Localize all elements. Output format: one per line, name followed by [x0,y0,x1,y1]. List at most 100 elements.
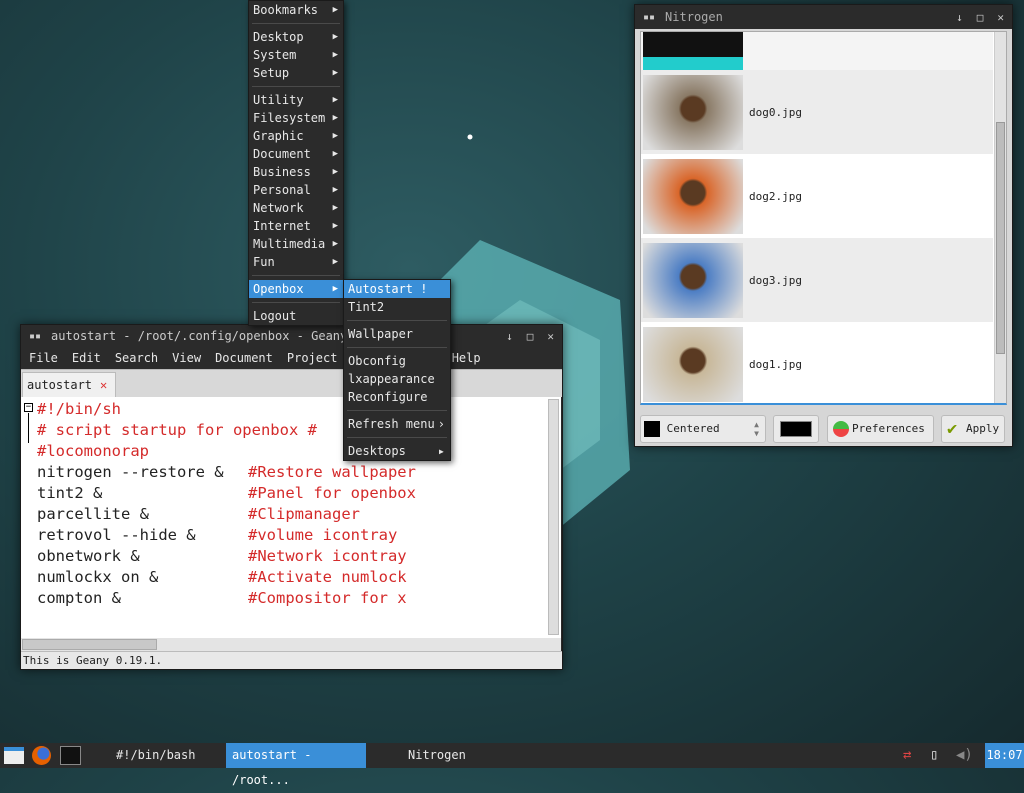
minimize-icon[interactable]: ↓ [506,330,513,343]
menu-item-utility[interactable]: Utility ▶ [249,91,343,109]
list-item[interactable]: dog2.jpg [641,154,993,238]
code-comment: #Activate numlock [248,568,407,586]
menu-item-personal[interactable]: Personal ▶ [249,181,343,199]
menu-item-reconfigure[interactable]: Reconfigure [344,388,450,406]
menu-item-label: Internet [253,219,311,233]
menu-item-label: lxappearance [348,372,435,386]
menu-item-label: Document [253,147,311,161]
menu-item-wallpaper[interactable]: Wallpaper [344,325,450,343]
menu-item-autostart[interactable]: Autostart ! [344,280,450,298]
menu-item-multimedia[interactable]: Multimedia ▶ [249,235,343,253]
close-tab-icon[interactable]: ✕ [100,378,107,392]
clock[interactable]: 18:07 [985,743,1024,768]
code-text: numlockx on & [37,568,159,586]
menu-item-internet[interactable]: Internet ▶ [249,217,343,235]
menu-item-document[interactable]: Document ▶ [249,145,343,163]
apply-button[interactable]: ✔ Apply [941,415,1005,443]
window-menu-icon[interactable]: ▪▪ [643,12,655,23]
firefox-icon[interactable] [32,746,51,765]
menu-item-label: Business [253,165,311,179]
menu-view[interactable]: View [172,347,201,369]
terminal-icon[interactable] [60,746,81,765]
menu-search[interactable]: Search [115,347,158,369]
code-line: parcellite & #Clipmanager [37,504,360,525]
menu-document[interactable]: Document [215,347,273,369]
wallpaper-list[interactable]: dog0.jpg dog2.jpg dog3.jpg dog1.jpg [640,31,1007,405]
code-text: parcellite & [37,505,149,523]
menu-item-logout[interactable]: Logout [249,307,343,325]
clipboard-icon[interactable]: ▯ [930,743,938,768]
nitrogen-titlebar[interactable]: ▪▪ Nitrogen ↓ □ ✕ [635,5,1012,29]
menu-item-system[interactable]: System ▶ [249,46,343,64]
preferences-button[interactable]: Preferences [827,415,934,443]
openbox-submenu: Autostart ! Tint2 Wallpaper Obconfig lxappea… [343,279,451,461]
task-bash[interactable]: #!/bin/bash [116,743,195,768]
list-item[interactable]: dog0.jpg [641,70,993,154]
code-line: retrovol --hide & #volume icontray [37,525,397,546]
wallpaper-thumbnail [643,242,743,318]
list-item[interactable]: dog3.jpg [641,238,993,322]
vertical-scrollbar[interactable] [548,399,559,635]
menu-item-graphic[interactable]: Graphic ▶ [249,127,343,145]
menu-item-label: Desktops [348,444,406,458]
list-item[interactable]: dog1.jpg [641,322,993,403]
task-autostart[interactable]: autostart - /root... [226,743,366,787]
menu-separator [249,271,343,280]
menu-separator [249,82,343,91]
code-editor[interactable]: − #!/bin/sh # script startup for openbox … [21,397,561,638]
tab-autostart[interactable]: autostart ✕ [22,372,116,398]
tab-label: autostart [27,378,93,392]
window-menu-icon[interactable]: ▪▪ [29,331,41,342]
menu-item-lxappearance[interactable]: lxappearance [344,370,450,388]
close-icon[interactable]: ✕ [547,330,554,343]
menu-item-label: System [253,48,297,62]
task-nitrogen[interactable]: Nitrogen [408,743,466,768]
preferences-icon [833,421,849,437]
code-comment: #Panel for openbox [248,484,416,502]
maximize-icon[interactable]: □ [977,11,984,24]
code-text: nitrogen --restore & [37,463,224,481]
horizontal-scrollbar[interactable] [21,638,561,651]
menu-project[interactable]: Project [287,347,338,369]
volume-icon[interactable]: ◀) [956,743,973,768]
submenu-arrow-icon: ▶ [332,68,338,78]
geany-window: ▪▪ autostart - /root/.config/openbox - G… [20,324,563,670]
minimize-icon[interactable]: ↓ [956,11,963,24]
menu-item-tint2[interactable]: Tint2 [344,298,450,316]
file-name: dog2.jpg [749,189,802,203]
root-menu: Bookmarks ▶ Desktop ▶ System ▶ Setup ▶ Utility ▶ F… [248,0,344,326]
menu-file[interactable]: File [29,347,58,369]
menu-item-refresh-menu[interactable]: Refresh menu › [344,415,450,433]
menu-item-label: Filesystem [253,111,326,125]
fold-marker-icon[interactable]: − [24,403,33,412]
code-comment: #Clipmanager [248,505,360,523]
geany-titlebar[interactable]: ▪▪ autostart - /root/.config/openbox - G… [21,325,562,347]
menu-edit[interactable]: Edit [72,347,101,369]
menu-item-setup[interactable]: Setup ▶ [249,64,343,82]
menu-item-obconfig[interactable]: Obconfig [344,352,450,370]
menu-item-filesystem[interactable]: Filesystem ▶ [249,109,343,127]
vertical-scrollbar[interactable] [994,32,1006,403]
code-text: compton & [37,589,121,607]
menu-item-business[interactable]: Business ▶ [249,163,343,181]
menu-item-fun[interactable]: Fun ▶ [249,253,343,271]
submenu-arrow-icon: ▶ [332,50,338,60]
menu-item-label: Network [253,201,304,215]
menu-item-openbox[interactable]: Openbox ▶ [249,280,343,298]
mode-select[interactable]: Centered ▲ ▼ [640,415,766,443]
menu-item-desktop[interactable]: Desktop ▶ [249,28,343,46]
menu-item-bookmarks[interactable]: Bookmarks ▶ [249,1,343,19]
file-manager-icon[interactable] [4,747,24,764]
menu-item-network[interactable]: Network ▶ [249,199,343,217]
menu-help[interactable]: Help [452,347,481,369]
network-icon[interactable]: ⇄ [903,743,911,768]
menu-item-label: Graphic [253,129,304,143]
close-icon[interactable]: ✕ [997,11,1004,24]
maximize-icon[interactable]: □ [527,330,534,343]
file-name: dog1.jpg [749,357,802,371]
code-line: # script startup for openbox # [37,420,317,441]
submenu-arrow-icon: ▸ [437,444,445,458]
menu-item-label: Desktop [253,30,304,44]
color-button[interactable] [773,415,819,443]
menu-item-desktops[interactable]: Desktops ▸ [344,442,450,460]
